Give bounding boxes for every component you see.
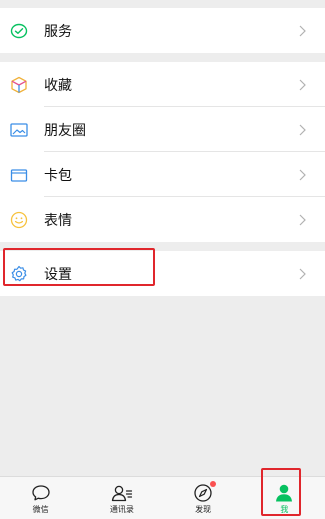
tab-chats[interactable]: 微信: [0, 477, 81, 519]
services-section: 服务: [0, 8, 325, 53]
section-gap: [0, 53, 325, 62]
discover-compass-icon: [192, 481, 217, 504]
menu-item-services[interactable]: 服务: [0, 8, 325, 53]
favorites-cube-icon: [9, 75, 29, 95]
settings-gear-icon: [9, 264, 29, 284]
menu-item-moments[interactable]: 朋友圈: [0, 107, 325, 152]
tab-contacts[interactable]: 通讯录: [81, 477, 162, 519]
tab-discover-label: 发现: [195, 505, 212, 514]
chevron-right-icon: [297, 214, 307, 226]
chevron-right-icon: [297, 268, 307, 280]
notification-dot-badge: [210, 481, 217, 487]
contacts-icon: [111, 482, 133, 504]
chevron-right-icon: [297, 79, 307, 91]
chevron-right-icon: [297, 25, 307, 37]
tab-discover[interactable]: 发现: [163, 477, 244, 519]
discover-list-section: 收藏 朋友圈 卡包 表情: [0, 62, 325, 242]
top-spacer: [0, 0, 325, 8]
chat-bubble-icon: [30, 482, 52, 504]
menu-item-services-label: 服务: [44, 23, 72, 40]
tab-me-label: 我: [280, 505, 289, 514]
tab-chats-label: 微信: [32, 505, 49, 514]
section-gap: [0, 242, 325, 251]
tab-contacts-label: 通讯录: [109, 505, 134, 514]
moments-photo-icon: [9, 120, 29, 140]
sticker-smile-icon: [9, 210, 29, 230]
tab-me[interactable]: 我: [244, 477, 325, 519]
settings-section: 设置: [0, 251, 325, 296]
me-person-icon: [273, 482, 295, 504]
menu-item-favorites[interactable]: 收藏: [0, 62, 325, 107]
chevron-right-icon: [297, 124, 307, 136]
menu-item-cards[interactable]: 卡包: [0, 152, 325, 197]
menu-item-settings[interactable]: 设置: [0, 251, 325, 296]
bottom-tab-bar: 微信 通讯录 发现 我: [0, 476, 325, 519]
card-wallet-icon: [9, 165, 29, 185]
chevron-right-icon: [297, 169, 307, 181]
menu-item-cards-label: 卡包: [44, 167, 72, 184]
menu-item-settings-label: 设置: [44, 266, 72, 283]
menu-item-favorites-label: 收藏: [44, 77, 72, 94]
menu-item-stickers-label: 表情: [44, 212, 72, 229]
menu-item-moments-label: 朋友圈: [44, 122, 86, 139]
services-icon: [9, 21, 29, 41]
menu-item-stickers[interactable]: 表情: [0, 197, 325, 242]
